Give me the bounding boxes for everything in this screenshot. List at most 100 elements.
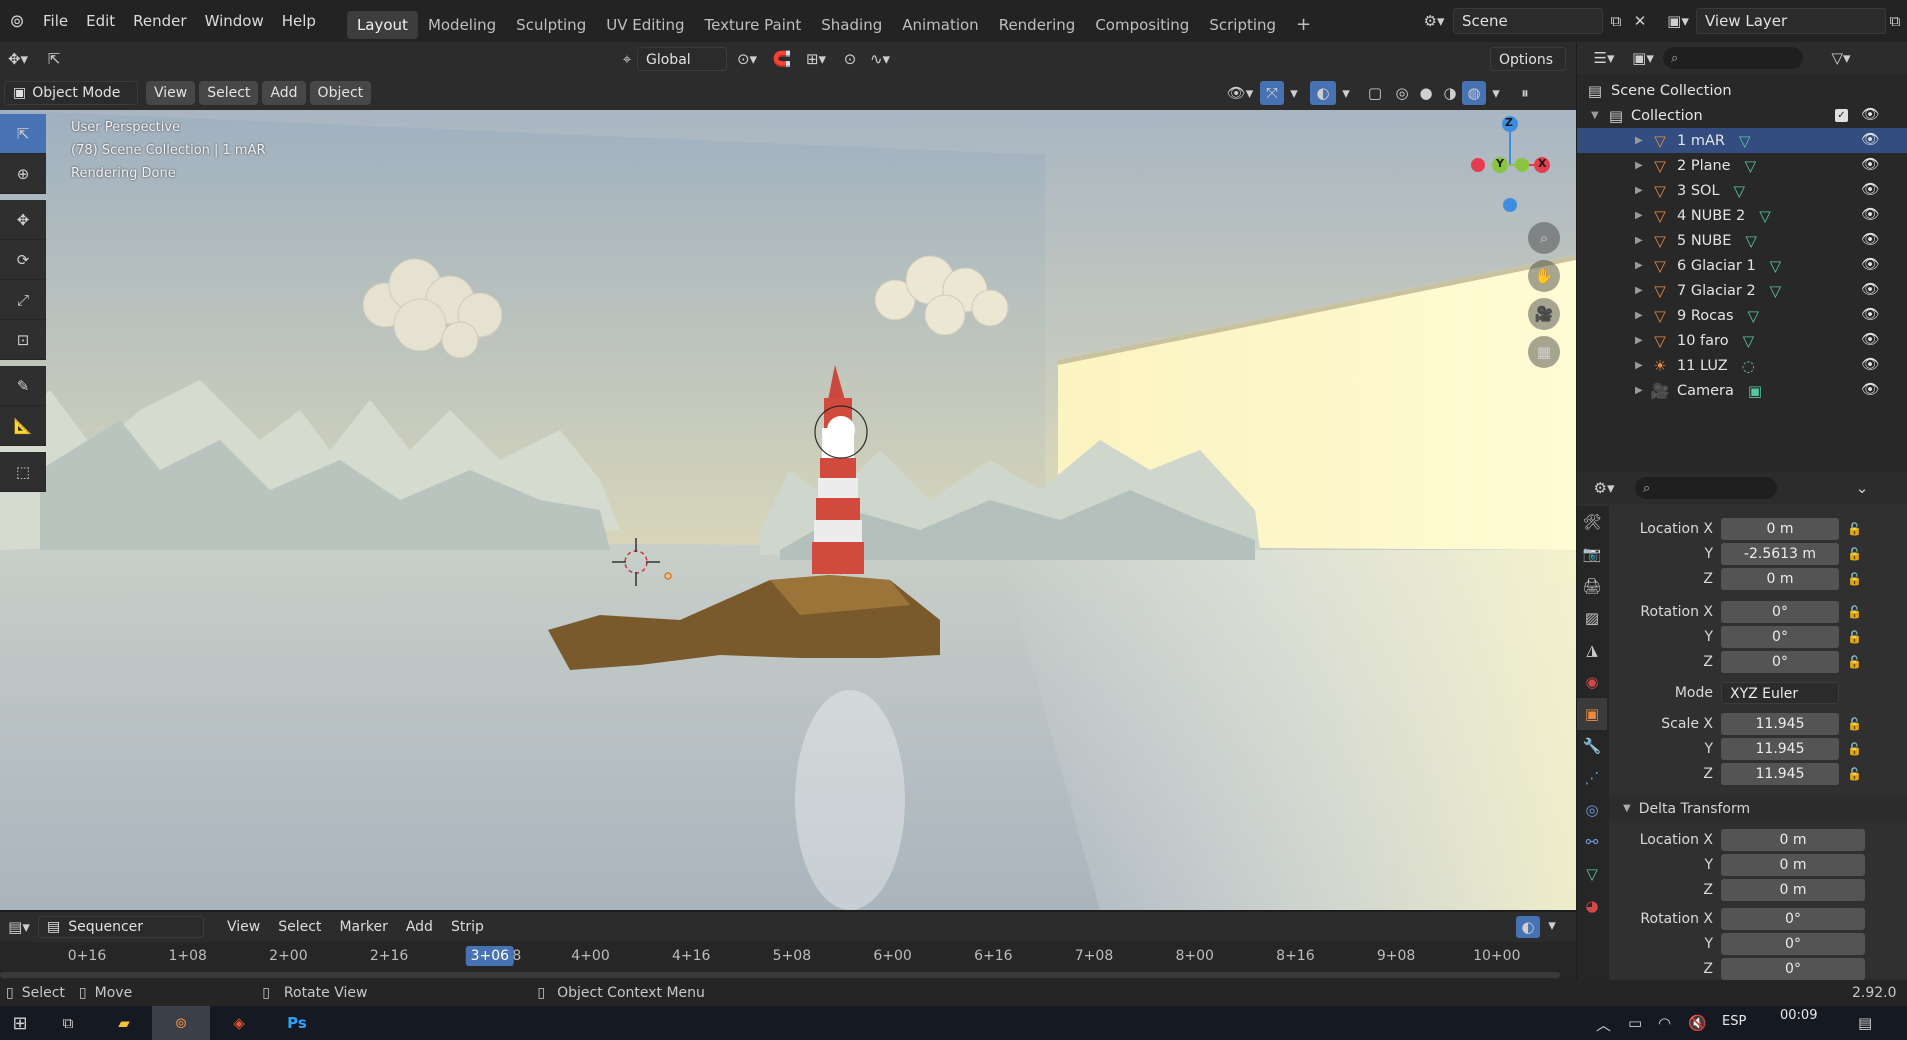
visibility-icon[interactable]: 👁▾ xyxy=(1220,84,1260,102)
blender-app-icon[interactable]: ⊚ xyxy=(152,1006,210,1040)
scale-x-field[interactable]: 11.945 xyxy=(1721,712,1839,735)
menu-render[interactable]: Render xyxy=(124,0,195,42)
annotate-tool-button[interactable]: ✎ xyxy=(0,366,46,406)
rendered-shading-icon[interactable]: ◍ xyxy=(1462,81,1486,105)
lock-icon[interactable]: 🔓 xyxy=(1847,767,1862,781)
viewport-menu-select[interactable]: Select xyxy=(199,81,259,105)
mesh-data-icon[interactable]: ▽ xyxy=(1745,232,1757,250)
expand-item-icon[interactable]: ▶ xyxy=(1635,210,1649,221)
lock-icon[interactable]: 🔓 xyxy=(1847,655,1862,669)
visibility-eye-icon[interactable]: 👁 xyxy=(1861,231,1879,248)
blender-logo-icon[interactable]: ⊚ xyxy=(0,11,34,32)
delta-transform-header[interactable]: ▼ Delta Transform xyxy=(1609,796,1907,821)
sequencer-menu-marker[interactable]: Marker xyxy=(330,912,396,942)
delta-location-y-field[interactable]: 0 m xyxy=(1721,853,1865,876)
view-layer-tab-icon[interactable]: ▨ xyxy=(1577,602,1607,634)
timeline-scrollbar[interactable] xyxy=(0,972,1560,978)
gizmo-toggle-icon[interactable]: ⤧ xyxy=(1260,81,1284,105)
ortho-grid-icon[interactable]: ▦ xyxy=(1528,336,1560,368)
outliner-item[interactable]: ▶ ▽ 4 NUBE 2 ▽ 👁 xyxy=(1577,203,1907,228)
object-tab-icon[interactable]: ▣ xyxy=(1577,698,1607,730)
outliner-collection[interactable]: ▼ ▤ Collection ✓ 👁 xyxy=(1577,103,1907,128)
zoom-icon[interactable]: ⌕ xyxy=(1528,222,1560,254)
visibility-eye-icon[interactable]: 👁 xyxy=(1861,281,1879,298)
material-tab-icon[interactable]: ◕ xyxy=(1577,890,1607,922)
visibility-eye-icon[interactable]: 👁 xyxy=(1861,306,1879,323)
menu-help[interactable]: Help xyxy=(273,0,325,42)
select-box-icon[interactable]: ⇱ xyxy=(36,50,72,68)
solid-shading-icon[interactable]: ● xyxy=(1414,84,1438,102)
mesh-data-icon[interactable]: ▽ xyxy=(1739,132,1751,150)
camera-view-icon[interactable]: 🎥 xyxy=(1528,298,1560,330)
lock-icon[interactable]: 🔓 xyxy=(1847,630,1862,644)
brave-browser-icon[interactable]: ◈ xyxy=(210,1014,268,1032)
viewport-menu-add[interactable]: Add xyxy=(262,81,306,105)
world-tab-icon[interactable]: ◉ xyxy=(1577,666,1607,698)
visibility-eye-icon[interactable]: 👁 xyxy=(1861,181,1879,198)
location-y-field[interactable]: -2.5613 m xyxy=(1721,542,1839,565)
move-tool-button[interactable]: ✥ xyxy=(0,200,46,240)
file-explorer-icon[interactable]: ▰ xyxy=(96,1014,152,1032)
sequencer-editor-icon[interactable]: ▤▾ xyxy=(0,918,38,936)
collection-checkbox[interactable]: ✓ xyxy=(1835,109,1848,122)
expand-item-icon[interactable]: ▶ xyxy=(1635,360,1649,371)
expand-item-icon[interactable]: ▶ xyxy=(1635,285,1649,296)
properties-search-input[interactable]: ⌕ xyxy=(1635,477,1777,499)
viewport-menu-object[interactable]: Object xyxy=(309,81,372,105)
tab-rendering[interactable]: Rendering xyxy=(989,11,1086,39)
language-indicator[interactable]: ESP xyxy=(1722,1014,1746,1029)
outliner-item[interactable]: ▶ ▽ 5 NUBE ▽ 👁 xyxy=(1577,228,1907,253)
scene-name-field[interactable]: Scene xyxy=(1453,8,1603,34)
delta-location-z-field[interactable]: 0 m xyxy=(1721,878,1865,901)
battery-icon[interactable]: ▭ xyxy=(1628,1014,1642,1032)
view-layer-icon[interactable]: ▣▾ xyxy=(1660,12,1696,30)
orientation-dropdown[interactable]: Global xyxy=(637,47,727,71)
menu-file[interactable]: File xyxy=(34,0,77,42)
location-x-field[interactable]: 0 m xyxy=(1721,517,1839,540)
filter-icon[interactable]: ▽▾ xyxy=(1821,49,1861,67)
lock-icon[interactable]: 🔓 xyxy=(1847,717,1862,731)
wifi-icon[interactable]: ◠ xyxy=(1658,1014,1671,1032)
mesh-data-icon[interactable]: ▽ xyxy=(1743,332,1755,350)
snap-icon[interactable]: 🧲 xyxy=(767,50,797,68)
tab-layout[interactable]: Layout xyxy=(346,10,418,39)
sequencer-menu-select[interactable]: Select xyxy=(269,912,330,942)
outliner-item[interactable]: ▶ ▽ 9 Rocas ▽ 👁 xyxy=(1577,303,1907,328)
scale-z-field[interactable]: 11.945 xyxy=(1721,762,1839,785)
expand-item-icon[interactable]: ▶ xyxy=(1635,260,1649,271)
constraints-tab-icon[interactable]: ⚯ xyxy=(1577,826,1607,858)
gizmo-dropdown-icon[interactable]: ▾ xyxy=(1284,84,1304,102)
select-tool-button[interactable]: ⇱ xyxy=(0,114,46,154)
outliner-scene-collection[interactable]: ▤ Scene Collection xyxy=(1577,78,1907,103)
scale-tool-button[interactable]: ⤢ xyxy=(0,280,46,320)
modifier-tab-icon[interactable]: 🔧 xyxy=(1577,730,1607,762)
sequencer-menu-strip[interactable]: Strip xyxy=(442,912,493,942)
scene-tab-icon[interactable]: ◮ xyxy=(1577,634,1607,666)
visibility-eye-icon[interactable]: 👁 xyxy=(1861,206,1879,223)
visibility-eye-icon[interactable]: 👁 xyxy=(1861,131,1879,148)
outliner-item[interactable]: ▶ ▽ 1 mAR ▽ 👁 xyxy=(1577,128,1907,153)
physics-tab-icon[interactable]: ◎ xyxy=(1577,794,1607,826)
visibility-eye-icon[interactable]: 👁 xyxy=(1861,256,1879,273)
mesh-data-icon[interactable]: ▽ xyxy=(1745,157,1757,175)
cursor-tool-button[interactable]: ⊕ xyxy=(0,154,46,194)
material-shading-icon[interactable]: ◑ xyxy=(1438,84,1462,102)
scale-y-field[interactable]: 11.945 xyxy=(1721,737,1839,760)
expand-item-icon[interactable]: ▶ xyxy=(1635,185,1649,196)
sequencer-overlay-icon[interactable]: ◐ xyxy=(1516,916,1540,938)
visibility-eye-icon[interactable]: 👁 xyxy=(1861,331,1879,348)
mesh-data-icon[interactable]: ▽ xyxy=(1770,257,1782,275)
delta-rotation-z-field[interactable]: 0° xyxy=(1721,957,1865,980)
task-view-icon[interactable]: ⧉ xyxy=(40,1014,96,1032)
volume-muted-icon[interactable]: 🔇 xyxy=(1688,1014,1707,1032)
delete-scene-icon[interactable]: ✕ xyxy=(1629,12,1651,30)
lock-icon[interactable]: 🔓 xyxy=(1847,547,1862,561)
xray-icon[interactable]: ▢ xyxy=(1360,84,1390,102)
expand-item-icon[interactable]: ▶ xyxy=(1635,160,1649,171)
wireframe-shading-icon[interactable]: ◎ xyxy=(1390,84,1414,102)
outliner-item[interactable]: ▶ 🎥 Camera ▣ 👁 xyxy=(1577,378,1907,403)
snap-target-icon[interactable]: ⊞▾ xyxy=(797,50,835,68)
data-tab-icon[interactable]: ▽ xyxy=(1577,858,1607,890)
view-layer-field[interactable]: View Layer xyxy=(1696,8,1886,34)
lock-icon[interactable]: 🔓 xyxy=(1847,522,1862,536)
